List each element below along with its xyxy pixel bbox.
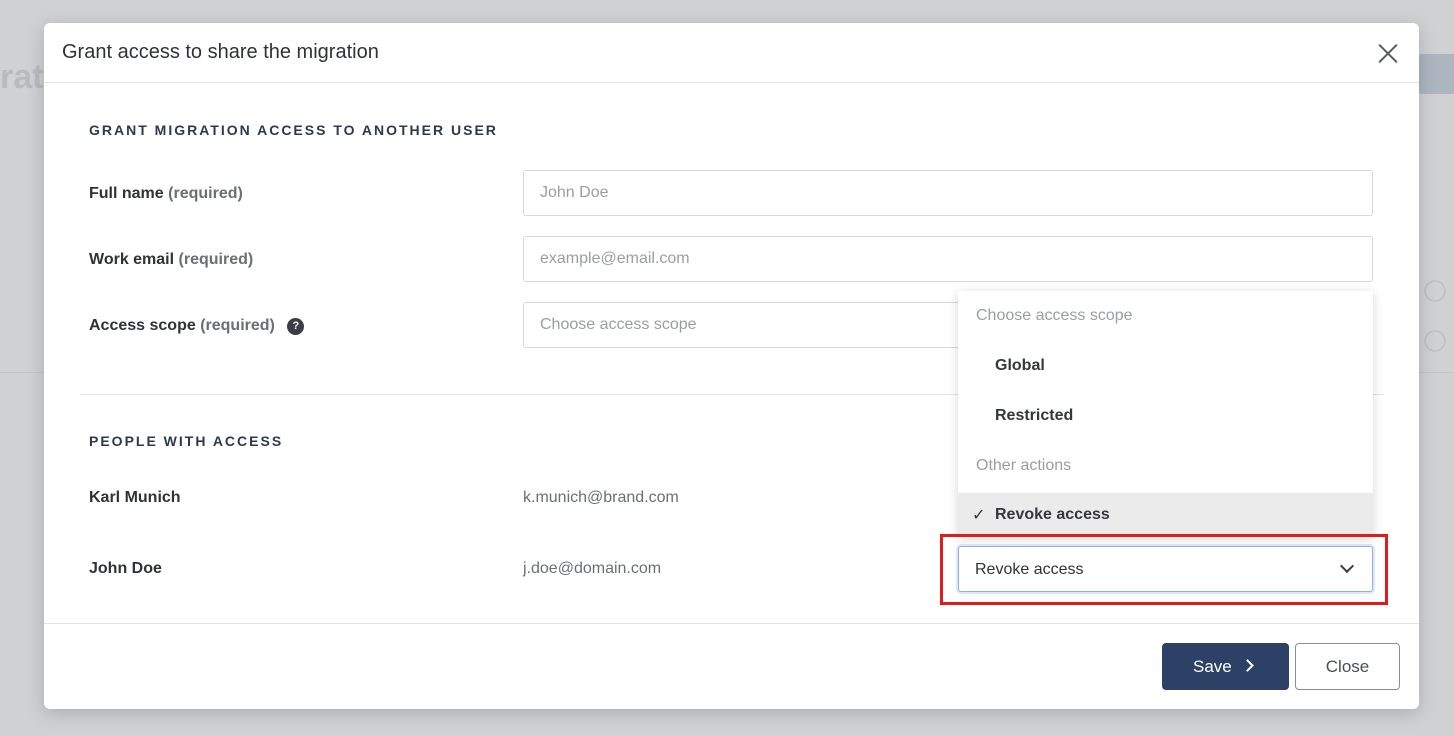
work-email-label-text: Work email: [89, 251, 175, 268]
required-marker: (required): [200, 317, 275, 334]
person-name: Karl Munich: [89, 489, 181, 506]
required-marker: (required): [178, 251, 254, 268]
close-icon[interactable]: [1377, 42, 1399, 64]
grant-access-modal: Grant access to share the migration GRAN…: [44, 23, 1419, 709]
full-name-input[interactable]: [523, 170, 1373, 216]
required-marker: (required): [168, 185, 243, 202]
work-email-label: Work email (required): [89, 251, 253, 269]
chevron-right-icon: [1241, 659, 1254, 672]
dropdown-item-label: Revoke access: [995, 506, 1110, 523]
dropdown-group-scope: Choose access scope: [976, 307, 1133, 324]
access-action-dropdown-menu: Choose access scope Global Restricted Ot…: [958, 291, 1373, 537]
grant-section-title: GRANT MIGRATION ACCESS TO ANOTHER USER: [89, 122, 498, 138]
dropdown-item-label: Global: [995, 357, 1045, 374]
check-icon: ✓: [972, 507, 986, 524]
modal-header: Grant access to share the migration: [44, 23, 1419, 83]
help-icon[interactable]: ?: [287, 318, 305, 335]
full-name-label: Full name (required): [89, 185, 243, 203]
save-button[interactable]: Save: [1162, 643, 1289, 690]
save-button-label: Save: [1193, 657, 1232, 676]
person-access-select[interactable]: Revoke access: [958, 546, 1373, 592]
person-name: John Doe: [89, 560, 162, 577]
dropdown-item-restricted[interactable]: Restricted: [958, 394, 1373, 438]
dropdown-group-other: Other actions: [976, 457, 1072, 474]
close-button[interactable]: Close: [1295, 643, 1400, 690]
people-section-title: PEOPLE WITH ACCESS: [89, 433, 284, 449]
select-value: Revoke access: [975, 561, 1084, 578]
chevron-down-icon: [1339, 558, 1355, 574]
full-name-label-text: Full name: [89, 185, 164, 202]
work-email-input[interactable]: [523, 236, 1373, 282]
person-email: j.doe@domain.com: [523, 560, 662, 577]
dropdown-item-revoke-access[interactable]: ✓ Revoke access: [958, 493, 1373, 537]
access-scope-label-text: Access scope: [89, 317, 196, 334]
dropdown-item-global[interactable]: Global: [958, 344, 1373, 388]
modal-footer-divider: [44, 623, 1419, 624]
access-scope-label: Access scope (required) ?: [89, 317, 305, 335]
modal-title: Grant access to share the migration: [62, 41, 379, 63]
dropdown-item-label: Restricted: [995, 407, 1074, 424]
person-email: k.munich@brand.com: [523, 489, 679, 506]
